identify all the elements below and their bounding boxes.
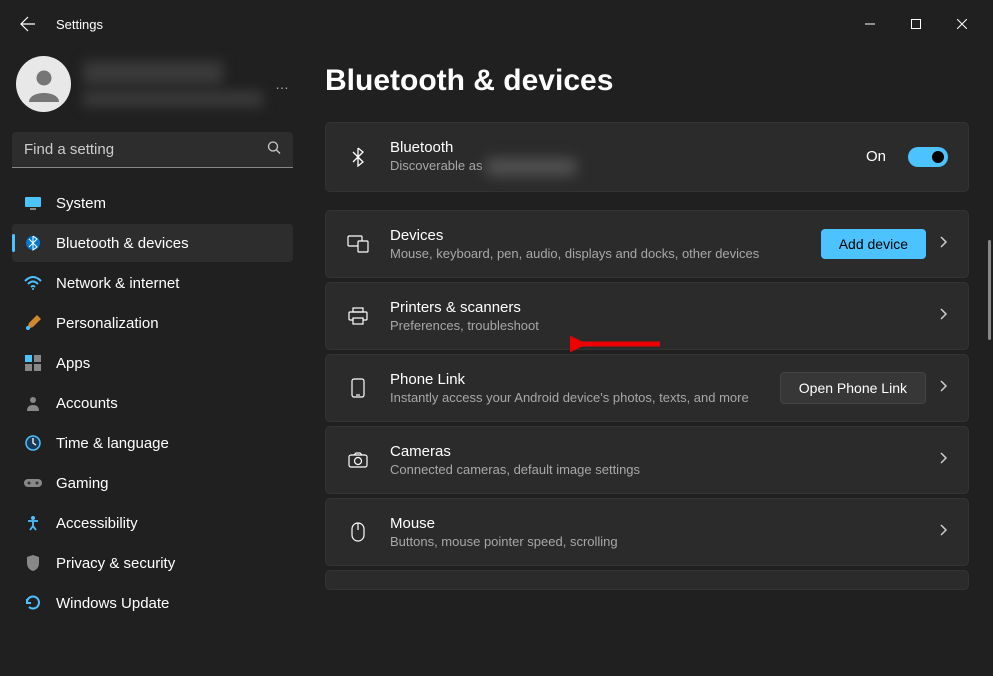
sidebar-item-label: Windows Update bbox=[56, 595, 169, 612]
monitor-icon bbox=[24, 194, 42, 212]
sidebar-item-label: Network & internet bbox=[56, 275, 179, 292]
sidebar-item-label: Accounts bbox=[56, 395, 118, 412]
bluetooth-icon bbox=[346, 147, 370, 167]
back-arrow-icon bbox=[20, 16, 36, 32]
search-icon bbox=[267, 141, 281, 160]
sidebar-item-network[interactable]: Network & internet bbox=[12, 264, 293, 302]
profile-section[interactable]: … bbox=[12, 48, 293, 128]
sidebar-item-apps[interactable]: Apps bbox=[12, 344, 293, 382]
card-subtitle: Connected cameras, default image setting… bbox=[390, 462, 920, 477]
back-button[interactable] bbox=[8, 4, 48, 44]
printers-scanners-card[interactable]: Printers & scanners Preferences, trouble… bbox=[325, 282, 969, 350]
sidebar-item-gaming[interactable]: Gaming bbox=[12, 464, 293, 502]
sidebar-item-accessibility[interactable]: Accessibility bbox=[12, 504, 293, 542]
minimize-button[interactable] bbox=[847, 8, 893, 40]
open-phone-link-button[interactable]: Open Phone Link bbox=[780, 372, 926, 404]
card-subtitle: Mouse, keyboard, pen, audio, displays an… bbox=[390, 246, 801, 261]
sidebar-item-label: Bluetooth & devices bbox=[56, 235, 189, 252]
avatar bbox=[16, 56, 71, 112]
bluetooth-toggle[interactable] bbox=[908, 147, 948, 167]
main-content: Bluetooth & devices Bluetooth Discoverab… bbox=[305, 48, 993, 676]
sidebar-item-label: System bbox=[56, 195, 106, 212]
printer-icon bbox=[346, 307, 370, 325]
card-subtitle: Discoverable as bbox=[390, 158, 846, 175]
sidebar-item-personalization[interactable]: Personalization bbox=[12, 304, 293, 342]
person-icon bbox=[26, 66, 62, 102]
sidebar-item-label: Time & language bbox=[56, 435, 169, 452]
gamepad-icon bbox=[24, 474, 42, 492]
person-icon bbox=[24, 394, 42, 412]
chevron-right-icon bbox=[940, 235, 948, 253]
scrollbar-thumb[interactable] bbox=[988, 240, 991, 340]
brush-icon bbox=[24, 314, 42, 332]
bluetooth-icon bbox=[24, 234, 42, 252]
profile-name-redacted bbox=[83, 61, 223, 85]
ellipsis-icon: … bbox=[275, 76, 289, 92]
minimize-icon bbox=[865, 19, 875, 29]
chevron-right-icon bbox=[940, 307, 948, 325]
card-title: Cameras bbox=[390, 443, 920, 460]
phone-link-card[interactable]: Phone Link Instantly access your Android… bbox=[325, 354, 969, 422]
sidebar-item-label: Personalization bbox=[56, 315, 159, 332]
search-input[interactable] bbox=[12, 132, 293, 168]
devices-card[interactable]: Devices Mouse, keyboard, pen, audio, dis… bbox=[325, 210, 969, 278]
add-device-button[interactable]: Add device bbox=[821, 229, 926, 259]
close-button[interactable] bbox=[939, 8, 985, 40]
nav-list: System Bluetooth & devices Network & int… bbox=[12, 184, 293, 622]
search-box bbox=[12, 132, 293, 168]
partial-card[interactable] bbox=[325, 570, 969, 590]
profile-email-redacted bbox=[83, 91, 263, 107]
sidebar-item-bluetooth-devices[interactable]: Bluetooth & devices bbox=[12, 224, 293, 262]
card-title: Bluetooth bbox=[390, 139, 846, 156]
cameras-card[interactable]: Cameras Connected cameras, default image… bbox=[325, 426, 969, 494]
sidebar-item-accounts[interactable]: Accounts bbox=[12, 384, 293, 422]
sidebar-item-time-language[interactable]: Time & language bbox=[12, 424, 293, 462]
camera-icon bbox=[346, 452, 370, 468]
apps-icon bbox=[24, 354, 42, 372]
clock-globe-icon bbox=[24, 434, 42, 452]
chevron-right-icon bbox=[940, 451, 948, 469]
sidebar-item-privacy-security[interactable]: Privacy & security bbox=[12, 544, 293, 582]
mouse-card[interactable]: Mouse Buttons, mouse pointer speed, scro… bbox=[325, 498, 969, 566]
close-icon bbox=[957, 19, 967, 29]
sidebar: … System Bluetooth & devices Network & i… bbox=[0, 48, 305, 676]
wifi-icon bbox=[24, 274, 42, 292]
profile-info bbox=[83, 61, 263, 107]
shield-icon bbox=[24, 554, 42, 572]
sidebar-item-label: Apps bbox=[56, 355, 90, 372]
maximize-button[interactable] bbox=[893, 8, 939, 40]
chevron-right-icon bbox=[940, 523, 948, 541]
card-title: Phone Link bbox=[390, 371, 760, 388]
card-subtitle: Buttons, mouse pointer speed, scrolling bbox=[390, 534, 920, 549]
app-title: Settings bbox=[56, 17, 103, 32]
page-title: Bluetooth & devices bbox=[325, 64, 969, 98]
card-subtitle: Preferences, troubleshoot bbox=[390, 318, 920, 333]
card-title: Devices bbox=[390, 227, 801, 244]
card-title: Mouse bbox=[390, 515, 920, 532]
devices-icon bbox=[346, 235, 370, 253]
device-name-redacted bbox=[486, 159, 576, 175]
chevron-right-icon bbox=[940, 379, 948, 397]
card-subtitle: Instantly access your Android device's p… bbox=[390, 390, 760, 405]
window-controls bbox=[847, 8, 985, 40]
phone-icon bbox=[346, 378, 370, 398]
mouse-icon bbox=[346, 522, 370, 542]
sidebar-item-label: Accessibility bbox=[56, 515, 138, 532]
sidebar-item-label: Privacy & security bbox=[56, 555, 175, 572]
toggle-label: On bbox=[866, 148, 886, 165]
sidebar-item-windows-update[interactable]: Windows Update bbox=[12, 584, 293, 622]
maximize-icon bbox=[911, 19, 921, 29]
bluetooth-card[interactable]: Bluetooth Discoverable as On bbox=[325, 122, 969, 192]
update-icon bbox=[24, 594, 42, 612]
titlebar: Settings bbox=[0, 0, 993, 48]
sidebar-item-label: Gaming bbox=[56, 475, 109, 492]
sidebar-item-system[interactable]: System bbox=[12, 184, 293, 222]
card-title: Printers & scanners bbox=[390, 299, 920, 316]
accessibility-icon bbox=[24, 514, 42, 532]
